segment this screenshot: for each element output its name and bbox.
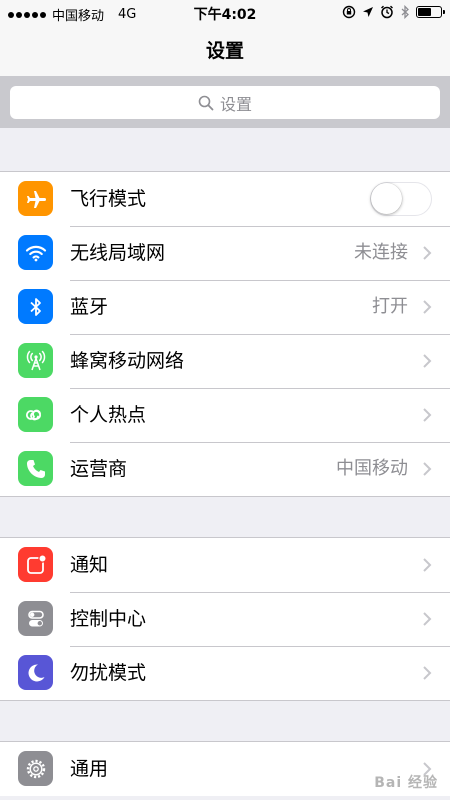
chevron-right-icon	[423, 612, 432, 626]
hotspot-icon	[18, 397, 53, 432]
search-area: 设置	[0, 76, 450, 128]
control-center-icon	[18, 601, 53, 636]
alarm-icon	[381, 5, 393, 19]
wifi-status: 未连接	[354, 242, 408, 263]
chevron-right-icon	[423, 246, 432, 260]
chevron-right-icon	[423, 354, 432, 368]
settings-row-do-not-disturb[interactable]: 勿扰模式	[0, 646, 450, 700]
watermark: Bai 经验	[374, 775, 438, 791]
search-input[interactable]: 设置	[10, 86, 440, 119]
bluetooth-icon	[18, 289, 53, 324]
status-right	[342, 5, 445, 19]
toggle-knob	[371, 183, 402, 214]
chevron-right-icon	[423, 666, 432, 680]
general-label: 通用	[70, 758, 109, 780]
settings-row-notifications[interactable]: 通知	[0, 538, 450, 592]
do-not-disturb-label: 勿扰模式	[70, 662, 147, 684]
cellular-label: 蜂窝移动网络	[70, 350, 185, 372]
settings-row-cellular[interactable]: 蜂窝移动网络	[0, 334, 450, 388]
battery-icon	[416, 6, 445, 18]
gear-icon	[18, 751, 53, 786]
settings-row-control-center[interactable]: 控制中心	[0, 592, 450, 646]
search-placeholder: 设置	[219, 94, 252, 114]
hotspot-label: 个人热点	[70, 404, 147, 426]
airplane-icon	[18, 181, 53, 216]
airplane-mode-label: 飞行模式	[70, 188, 147, 210]
location-icon	[363, 7, 373, 17]
notifications-label: 通知	[70, 554, 109, 576]
settings-row-carrier[interactable]: 运营商 中国移动	[0, 442, 450, 496]
bluetooth-status: 打开	[372, 296, 408, 317]
notifications-icon	[18, 547, 53, 582]
wifi-label: 无线局域网	[70, 242, 166, 264]
chevron-right-icon	[423, 408, 432, 422]
bluetooth-label: 蓝牙	[70, 296, 109, 318]
settings-row-hotspot[interactable]: 个人热点	[0, 388, 450, 442]
settings-row-wifi[interactable]: 无线局域网 未连接	[0, 226, 450, 280]
bluetooth-status-icon	[401, 5, 409, 19]
page-title: 设置	[205, 40, 244, 62]
nav-bar: 设置	[0, 26, 450, 76]
search-icon	[198, 95, 214, 110]
airplane-mode-toggle[interactable]	[370, 182, 432, 216]
chevron-right-icon	[423, 558, 432, 572]
carrier-value: 中国移动	[336, 458, 408, 479]
battery-level	[418, 8, 431, 16]
moon-icon	[18, 655, 53, 690]
carrier-label: 运营商	[70, 458, 128, 480]
settings-row-bluetooth[interactable]: 蓝牙 打开	[0, 280, 450, 334]
rotation-lock-icon	[342, 5, 356, 19]
settings-group-connectivity: 飞行模式 无线局域网 未连接 蓝牙 打开 蜂窝移动网络 个人热点 运营商 中国移…	[0, 171, 450, 497]
chevron-right-icon	[423, 462, 432, 476]
settings-row-airplane-mode[interactable]: 飞行模式	[0, 172, 450, 226]
chevron-right-icon	[423, 300, 432, 314]
settings-group-system: 通知 控制中心 勿扰模式	[0, 537, 450, 701]
control-center-label: 控制中心	[70, 608, 147, 630]
phone-icon	[18, 451, 53, 486]
wifi-icon	[18, 235, 53, 270]
cellular-icon	[18, 343, 53, 378]
status-bar: 中国移动 4G 下午4:02	[0, 0, 450, 26]
